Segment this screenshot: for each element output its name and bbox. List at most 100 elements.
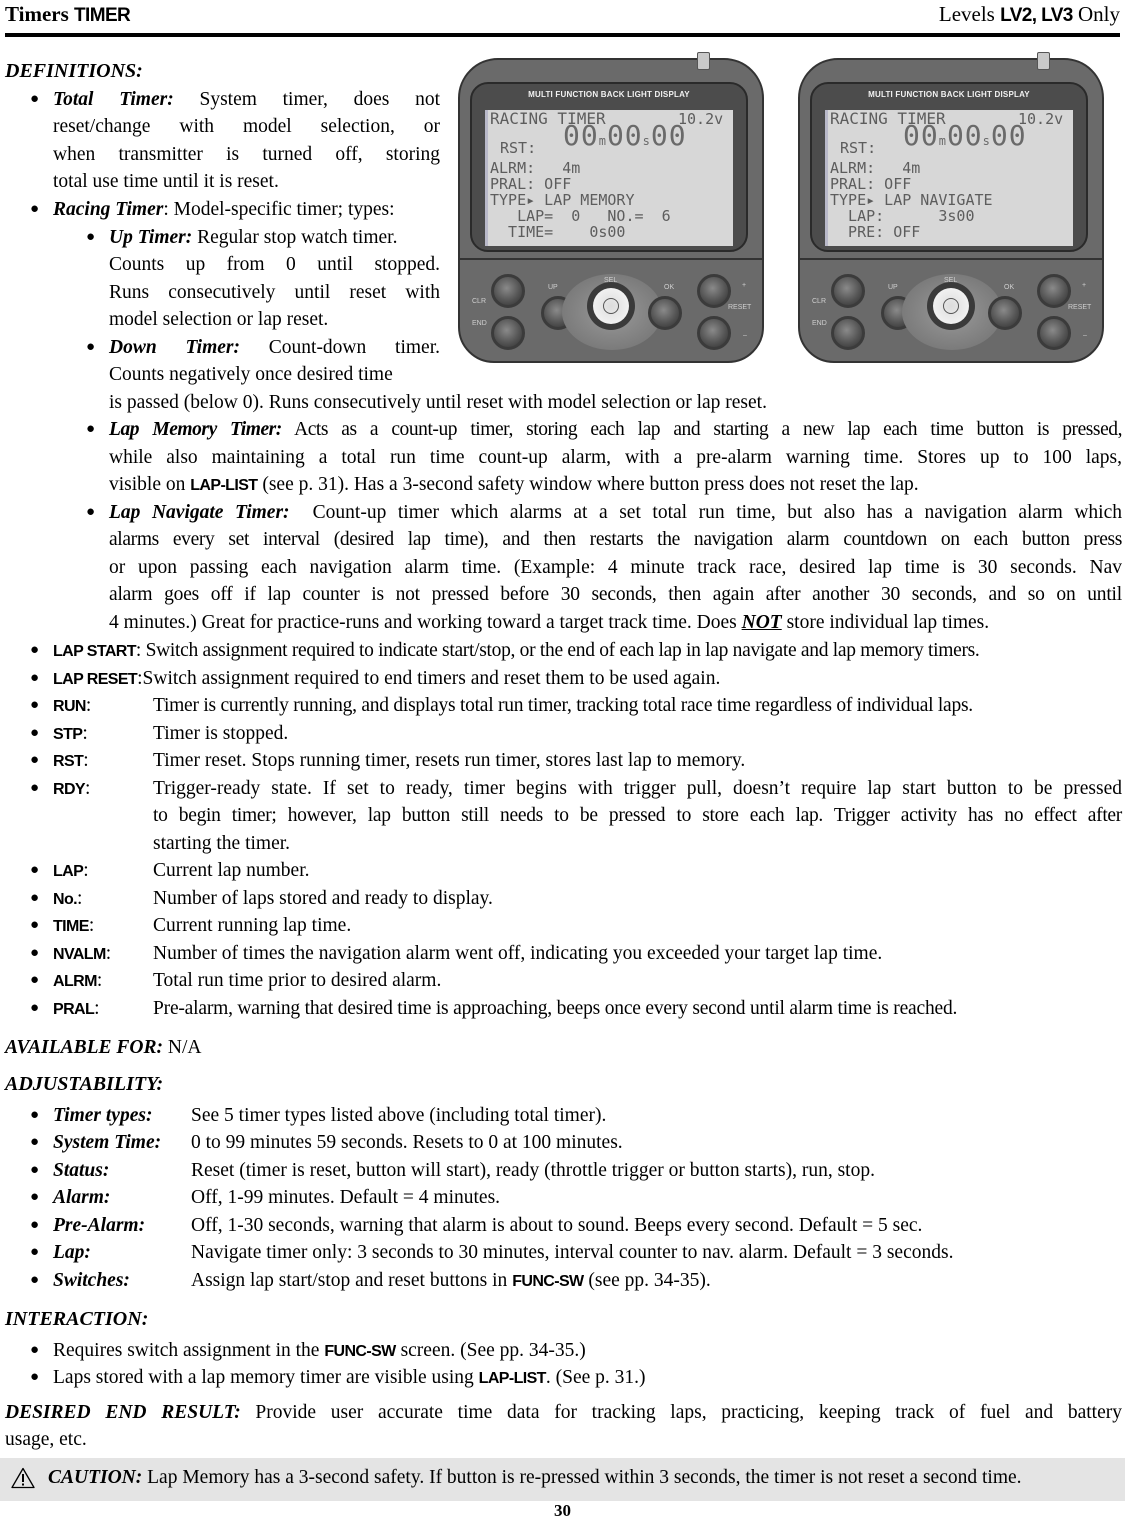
transmitter-lap-memory: MULTI FUNCTION BACK LIGHT DISPLAY RACING… xyxy=(452,52,770,368)
dpad-center xyxy=(943,298,959,314)
timer-seconds: 00 xyxy=(946,119,983,152)
end-label: END xyxy=(812,320,827,327)
def-text: store individual lap times. xyxy=(786,612,990,633)
adjust-term: Alarm: xyxy=(53,1187,111,1208)
adjust-term: Switches: xyxy=(53,1270,130,1291)
bullet-icon: ● xyxy=(30,725,40,741)
levels-suffix: Only xyxy=(1078,2,1120,26)
term: Total Timer: xyxy=(53,89,174,110)
timer-seconds: 00 xyxy=(606,119,643,152)
def-line: alarms every set interval (desired lap t… xyxy=(109,529,1122,550)
term-code: RST xyxy=(53,753,84,770)
lcd-bezel: MULTI FUNCTION BACK LIGHT DISPLAY RACING… xyxy=(810,82,1088,252)
lap-list-code: LAP-LIST xyxy=(190,477,258,494)
lcd-row: PRAL: OFF xyxy=(490,175,572,193)
def-line: model selection or lap reset. xyxy=(109,309,329,330)
levels-note: Levels LV2, LV3 Only xyxy=(939,2,1120,27)
bullet-icon: ● xyxy=(30,1342,40,1358)
timer-hundredths: 00 xyxy=(650,119,687,152)
desired-end-result-line2: usage, etc. xyxy=(5,1429,87,1450)
func-sw-code: FUNC-SW xyxy=(512,1273,584,1290)
timer-minutes: 00 xyxy=(563,119,599,152)
caution-label: CAUTION: xyxy=(48,1467,143,1488)
lcd-row: LAP= 0 NO.= 6 xyxy=(490,207,671,225)
term-code: TIME xyxy=(53,918,89,935)
bullet-icon: ● xyxy=(30,890,40,906)
term: Up Timer: xyxy=(109,227,193,248)
term-code: LAP RESET xyxy=(53,671,138,688)
section-code: TIMER xyxy=(74,5,131,26)
bullet-icon: ● xyxy=(30,1000,40,1016)
minus-button xyxy=(697,316,731,350)
adjust-text-pre: Assign lap start/stop and reset buttons … xyxy=(191,1270,508,1291)
adjust-term: Pre-Alarm: xyxy=(53,1215,146,1236)
bullet-icon: ● xyxy=(30,1244,40,1260)
def-line: when transmitter is turned off, storing xyxy=(53,144,440,165)
dpad-center xyxy=(603,298,619,314)
term-alrm-text: Total run time prior to desired alarm. xyxy=(153,970,442,991)
bullet-icon: ● xyxy=(30,1272,40,1288)
total-timer-def: Total Timer: System timer, does not xyxy=(53,86,440,114)
desired-end-result-label: DESIRED END RESULT: xyxy=(5,1402,241,1423)
emphasis-not: NOT xyxy=(741,612,782,633)
clr-button xyxy=(491,274,525,308)
available-for-label: AVAILABLE FOR: xyxy=(5,1037,164,1058)
adjust-text: Assign lap start/stop and reset buttons … xyxy=(191,1267,711,1296)
adjust-term: Timer types: xyxy=(53,1105,153,1126)
ok-label: OK xyxy=(664,284,675,291)
term-code: PRAL xyxy=(53,1001,95,1018)
timer-status: RST: xyxy=(500,139,537,157)
term-time-text: Current running lap time. xyxy=(153,915,352,936)
bullet-icon: ● xyxy=(30,752,40,768)
adjust-term: System Time: xyxy=(53,1132,162,1153)
bullet-icon: ● xyxy=(86,504,96,520)
lap-list-code: LAP-LIST xyxy=(478,1370,547,1387)
def-line: alarm goes off if lap counter is not pre… xyxy=(109,584,1122,605)
available-for-value: N/A xyxy=(167,1037,202,1058)
term-nvalm-text: Number of times the navigation alarm wen… xyxy=(153,943,883,964)
interaction-item: Requires switch assignment in the FUNC-S… xyxy=(53,1337,586,1366)
lcd-screen: RACING TIMER 10.2v RST: 00m00s00 ALRM: 4… xyxy=(485,110,733,246)
term-lap-start: LAP START: Switch assignment required to… xyxy=(53,637,980,666)
caution-text: Lap Memory has a 3-second safety. If but… xyxy=(147,1467,1022,1488)
term-lap-code: LAP: xyxy=(53,860,89,881)
ok-button xyxy=(988,296,1022,330)
timer-status: RST: xyxy=(840,139,877,157)
def-text: Count-down timer. xyxy=(268,337,440,358)
bullet-icon: ● xyxy=(30,91,40,107)
def-line: visible on LAP-LIST (see p. 31). Has a 3… xyxy=(109,471,919,500)
def-line: or upon passing each navigation alarm ti… xyxy=(109,557,1122,578)
adjust-text: Off, 1-30 seconds, warning that alarm is… xyxy=(191,1215,923,1236)
caution-box: CAUTION: Lap Memory has a 3-second safet… xyxy=(0,1458,1125,1501)
lap-memory-def: Lap Memory Timer: Acts as a count-up tim… xyxy=(109,416,1122,444)
sel-label: SEL xyxy=(604,277,618,284)
term-code: RDY xyxy=(53,781,86,798)
term-code: No. xyxy=(53,891,78,908)
term-run-text: Timer is currently running, and displays… xyxy=(153,695,973,716)
definitions-heading: DEFINITIONS: xyxy=(5,60,143,82)
bullet-icon: ● xyxy=(30,917,40,933)
bezel-label: MULTI FUNCTION BACK LIGHT DISPLAY xyxy=(868,90,1030,99)
bullet-icon: ● xyxy=(30,1107,40,1123)
adjust-text-post: (see pp. 34-35). xyxy=(588,1270,711,1291)
page-header: Timers TIMER Levels LV2, LV3 Only xyxy=(5,0,1120,37)
bullet-icon: ● xyxy=(30,1369,40,1385)
bullet-icon: ● xyxy=(86,421,96,437)
term-pral-text: Pre-alarm, warning that desired time is … xyxy=(153,998,958,1019)
term-nvalm-code: NVALM: xyxy=(53,943,112,964)
interaction-text: Requires switch assignment in the xyxy=(53,1340,320,1361)
plus-button xyxy=(697,274,731,308)
term-code: STP xyxy=(53,726,83,743)
def-line: Runs consecutively until reset with xyxy=(109,282,440,303)
adjust-text: Navigate timer only: 3 seconds to 30 min… xyxy=(191,1242,954,1263)
term: Racing Timer xyxy=(53,199,164,220)
def-text: Count-up timer which alarms at a set tot… xyxy=(312,502,1122,523)
term-lap-reset: LAP RESET:Switch assignment required to … xyxy=(53,665,720,694)
interaction-heading: INTERACTION: xyxy=(5,1308,149,1330)
sel-label: SEL xyxy=(944,277,958,284)
warning-triangle-icon xyxy=(11,1467,35,1489)
up-label: UP xyxy=(888,284,898,291)
lcd-screen: RACING TIMER 10.2v RST: 00m00s00 ALRM: 4… xyxy=(825,110,1073,246)
end-button xyxy=(491,316,525,350)
def-line: Counts up from 0 until stopped. xyxy=(109,254,440,275)
